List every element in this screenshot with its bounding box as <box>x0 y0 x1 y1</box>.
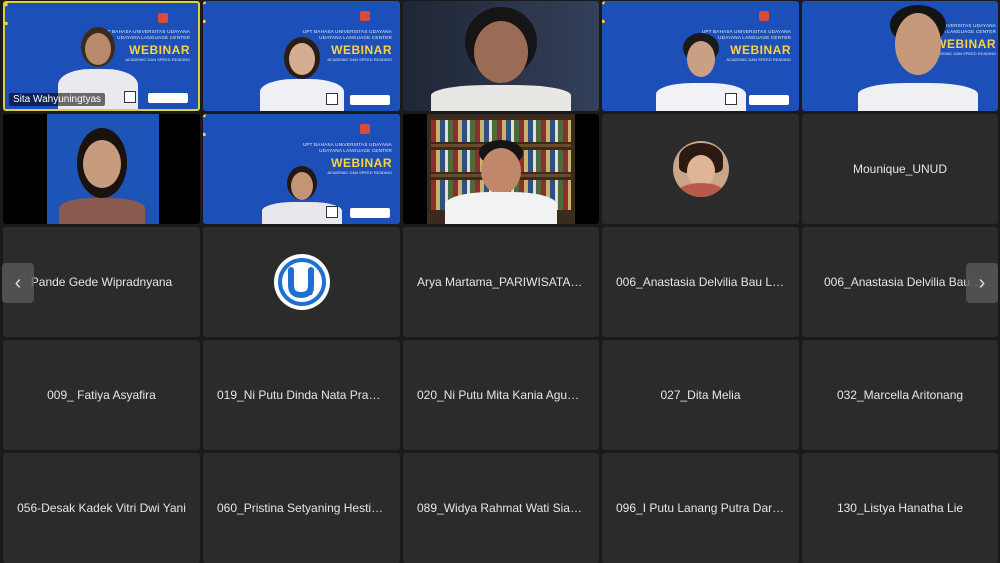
avatar-body <box>676 183 725 197</box>
video-tile-sita[interactable]: UPT BAHASA UNIVERSITAS UDAYANA UDAYANA L… <box>3 1 200 111</box>
webinar-banner: UPT BAHASA UNIVERSITAS UDAYANA UDAYANA L… <box>303 142 392 175</box>
participant-body <box>431 85 571 111</box>
participant-face <box>686 41 715 77</box>
participant-tile[interactable]: Arya Martama_PARIWISATA_U... <box>403 227 599 337</box>
participant-tile[interactable]: 060_Pristina Setyaning Hesti Ut... <box>203 453 400 563</box>
participant-face <box>82 140 121 188</box>
participant-face <box>290 172 313 200</box>
participant-tile[interactable]: 096_I Putu Lanang Putra Darm... <box>602 453 799 563</box>
qr-code-icon <box>326 206 338 218</box>
banner-org-line2: UDAYANA LANGUAGE CENTER <box>117 35 190 40</box>
participant-name: Arya Martama_PARIWISATA_U... <box>417 275 596 289</box>
participant-body <box>858 83 978 111</box>
participant-name-tag: Sita Wahyuningtyas <box>9 93 106 106</box>
video-tile-participant[interactable]: UPT BAHASA UNIVERSITAS UDAYANA UDAYANA L… <box>203 1 400 111</box>
participant-name: 019_Ni Putu Dinda Nata Prame... <box>217 388 396 402</box>
participant-face <box>84 33 111 65</box>
video-tile-participant[interactable] <box>403 1 599 111</box>
participant-name: 032_Marcella Aritonang <box>836 388 964 402</box>
participant-tile[interactable]: 089_Widya Rahmat Wati Sianturi <box>403 453 599 563</box>
participant-name: 060_Pristina Setyaning Hesti Ut... <box>217 501 397 515</box>
participant-name: 096_I Putu Lanang Putra Darm... <box>616 501 793 515</box>
university-logo-icon <box>360 124 370 134</box>
participant-name: 009_ Fatiya Asyafira <box>47 388 156 402</box>
participant-tile[interactable]: 056-Desak Kadek Vitri Dwi Yani <box>3 453 200 563</box>
video-tile-participant[interactable]: UPT BAHASA UNIVERSITAS UDAYANA UDAYANA L… <box>203 114 400 224</box>
banner-subtitle: ACADEMIC DAN SPEED READING <box>125 57 190 62</box>
video-tile-participant[interactable] <box>403 114 599 224</box>
participant-tile[interactable]: Mounique_UNUD <box>802 114 998 224</box>
participant-name: 020_Ni Putu Mita Kania Agustini <box>417 388 589 402</box>
banner-swirl <box>203 114 222 141</box>
prev-page-button[interactable]: ‹ <box>2 263 34 303</box>
banner-org-line2: UDAYANA LANGUAGE CENTER <box>319 35 392 40</box>
participant-face <box>481 148 521 194</box>
uv-logo-svg: v <box>277 258 326 306</box>
banner-title: WEBINAR <box>331 156 392 170</box>
banner-swirl <box>602 1 621 28</box>
participant-tile[interactable]: 009_ Fatiya Asyafira <box>3 340 200 450</box>
participant-tile[interactable]: 020_Ni Putu Mita Kania Agustini <box>403 340 599 450</box>
participant-name: 056-Desak Kadek Vitri Dwi Yani <box>17 501 186 515</box>
participant-face <box>474 21 528 83</box>
next-page-button[interactable]: › <box>966 263 998 303</box>
banner-button <box>350 95 390 105</box>
svg-text:v: v <box>308 286 315 298</box>
banner-subtitle: ACADEMIC DAN SPEED READING <box>327 170 392 175</box>
books <box>431 120 571 142</box>
participant-tile-logo[interactable]: v <box>203 227 400 337</box>
participant-face <box>288 43 315 75</box>
avatar <box>672 141 729 197</box>
video-tile-participant[interactable] <box>3 114 200 224</box>
university-logo-icon <box>158 13 168 23</box>
participant-tile[interactable]: 027_Dita Melia <box>602 340 799 450</box>
participant-tile[interactable]: 006_Anastasia Delvilia Bau Liku <box>602 227 799 337</box>
participant-tile[interactable]: 130_Listya Hanatha Lie <box>802 453 998 563</box>
banner-button <box>749 95 789 105</box>
university-logo-icon <box>360 11 370 21</box>
participant-grid: UPT BAHASA UNIVERSITAS UDAYANA UDAYANA L… <box>0 0 1000 563</box>
university-logo-icon <box>759 11 769 21</box>
banner-button <box>148 93 188 103</box>
participant-name: 006_Anastasia Delvilia Bau Liku <box>616 275 788 289</box>
participant-name: 027_Dita Melia <box>660 388 741 402</box>
participant-body <box>58 198 145 224</box>
banner-swirl <box>203 1 222 28</box>
participant-tile[interactable]: 019_Ni Putu Dinda Nata Prame... <box>203 340 400 450</box>
banner-swirl <box>5 3 24 30</box>
video-tile-participant[interactable]: UPT BAHASA UNIVERSITAS UDAYANA UDAYANA L… <box>602 1 799 111</box>
video-tile-participant[interactable]: UPT BAHASA UNIVERSITAS UDAYANA UDAYANA L… <box>802 1 998 111</box>
banner-button <box>350 208 390 218</box>
participant-tile-avatar[interactable] <box>602 114 799 224</box>
participant-name: 089_Widya Rahmat Wati Sianturi <box>417 501 594 515</box>
qr-code-icon <box>725 93 737 105</box>
participant-tile[interactable]: 032_Marcella Aritonang <box>802 340 998 450</box>
uv-logo-icon: v <box>273 254 330 310</box>
participant-face <box>895 13 941 75</box>
participant-name: 130_Listya Hanatha Lie <box>836 501 964 515</box>
qr-code-icon <box>326 93 338 105</box>
banner-subtitle: ACADEMIC DAN SPEED READING <box>726 57 791 62</box>
banner-org-line2: UDAYANA LANGUAGE CENTER <box>319 148 392 153</box>
participant-name: Mounique_UNUD <box>852 162 948 176</box>
participant-body <box>445 192 557 224</box>
qr-code-icon <box>124 91 136 103</box>
